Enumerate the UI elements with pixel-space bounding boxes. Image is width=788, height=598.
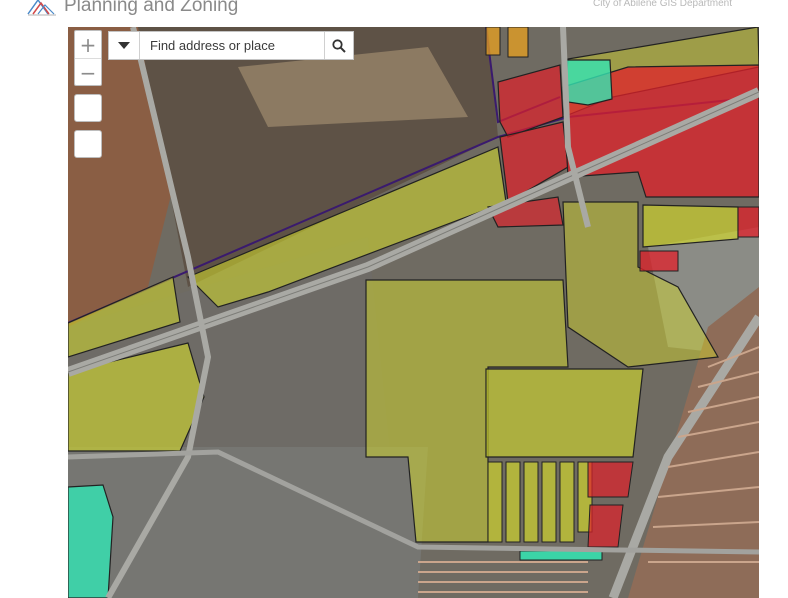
caret-down-icon [118,41,130,49]
zoom-in-button[interactable]: + [75,31,101,58]
map-tool-button-1[interactable] [74,94,102,122]
zone-red-lots-south[interactable] [587,504,624,548]
search-widget [108,31,354,60]
search-submit-button[interactable] [324,32,353,59]
zone-red-edge[interactable] [737,206,759,238]
zone-teal-north[interactable] [565,59,613,106]
zoom-out-button[interactable]: − [75,58,101,86]
map-canvas[interactable] [68,27,759,598]
zone-teal-strip[interactable] [519,550,603,561]
zone-yellow-south[interactable] [485,368,644,458]
map-tool-button-2[interactable] [74,130,102,158]
app-header: Planning and Zoning City of Abilene GIS … [0,0,788,26]
search-input[interactable] [140,32,324,59]
zone-orange-north-2[interactable] [507,27,529,58]
app-title: Planning and Zoning [64,0,239,16]
zone-orange-north[interactable] [485,27,501,56]
search-source-dropdown[interactable] [109,32,140,59]
zone-red-parcel[interactable] [639,250,679,272]
zoning-map[interactable] [68,27,759,598]
search-icon [332,38,346,53]
city-logo-icon [27,0,56,16]
zone-teal-southwest[interactable] [68,484,114,598]
department-label: City of Abilene GIS Department [593,0,732,9]
zoom-control: + − [74,30,102,86]
zone-red-lots[interactable] [587,461,634,498]
zone-yellow-subdivision[interactable] [642,204,739,248]
